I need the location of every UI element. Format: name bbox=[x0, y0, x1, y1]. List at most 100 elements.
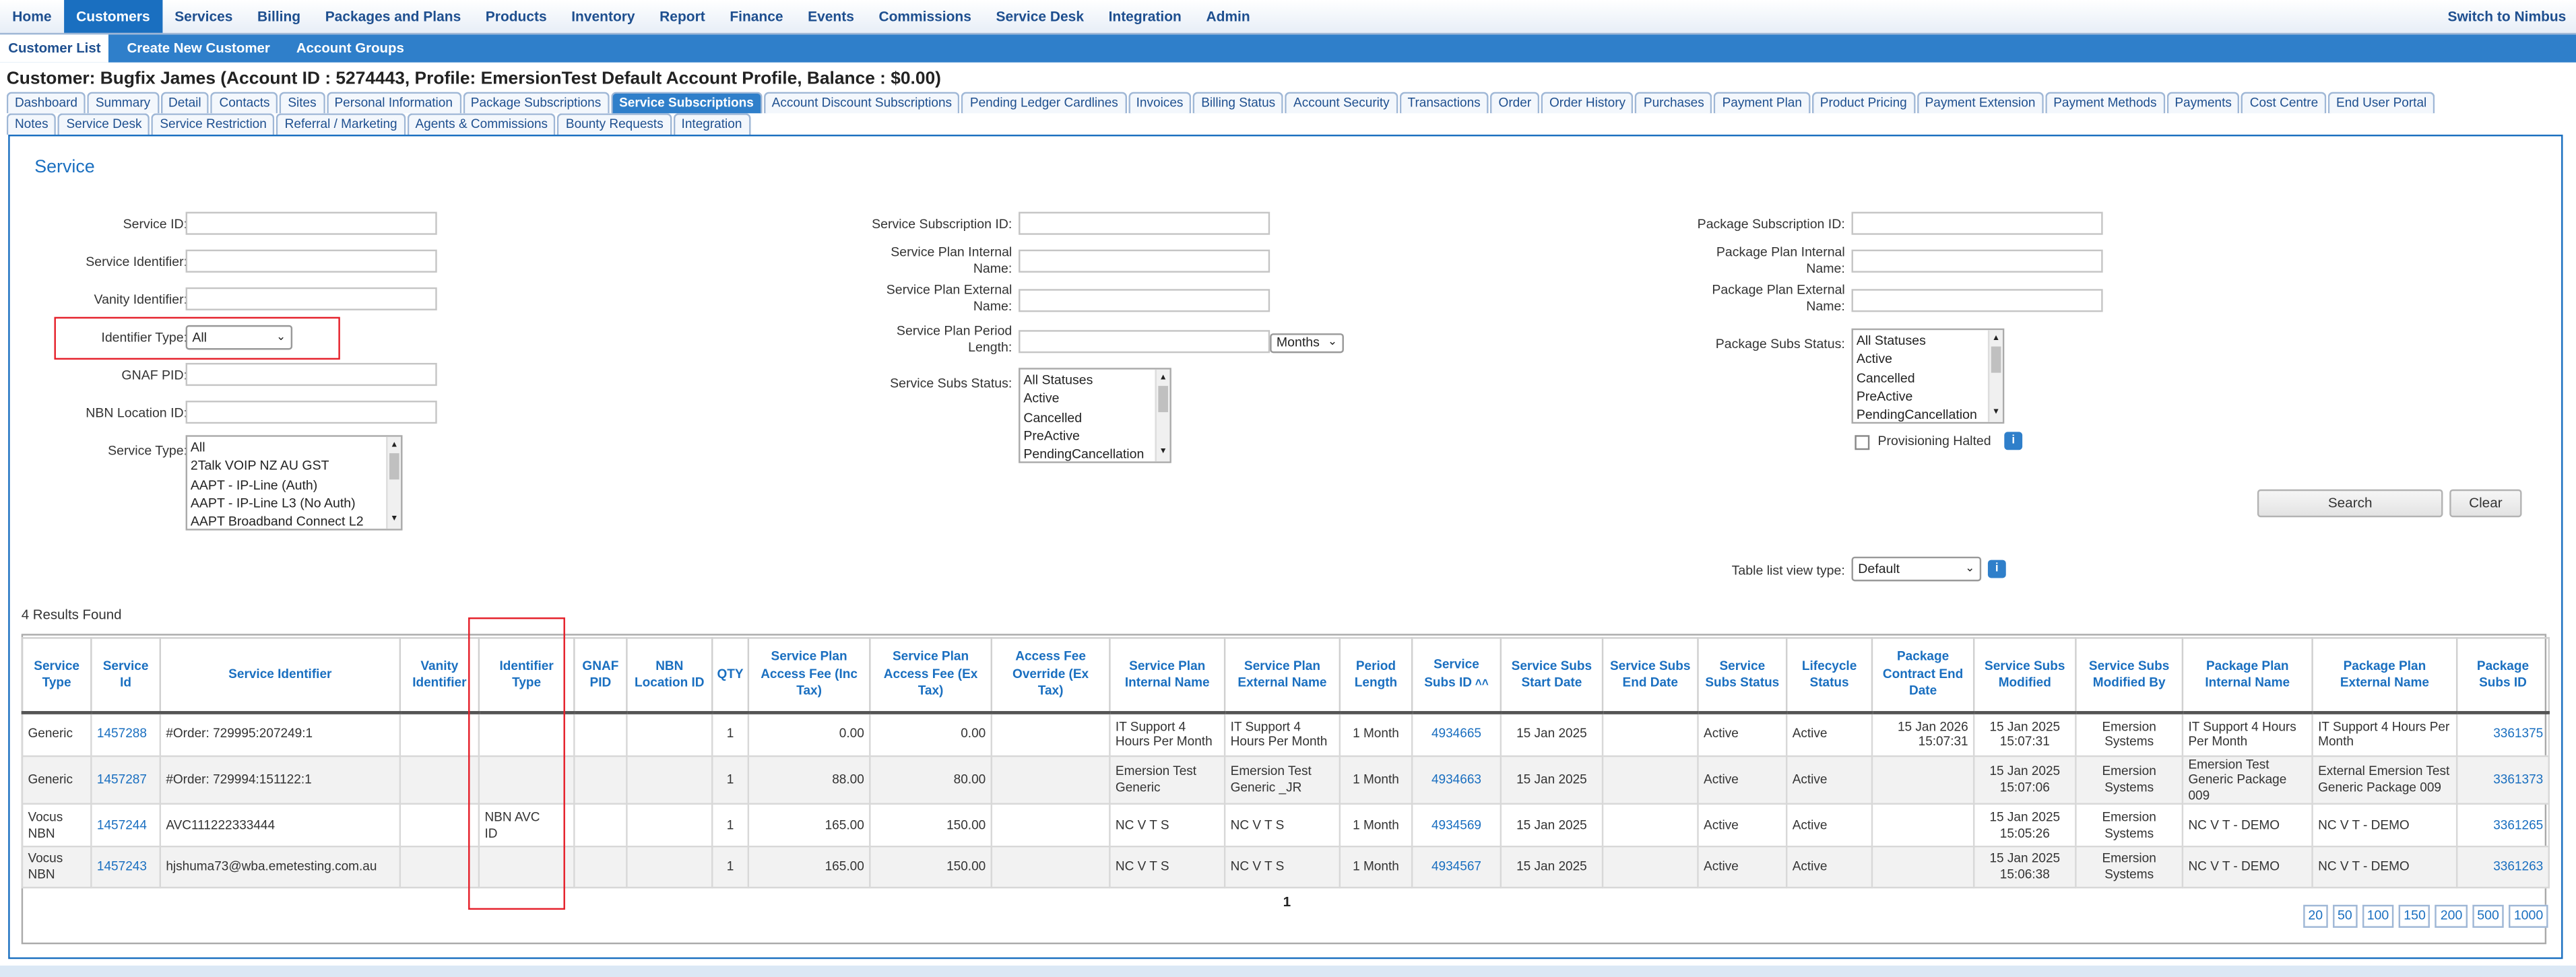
page-size-20[interactable]: 20 bbox=[2303, 904, 2328, 928]
listbox-option[interactable]: Cancelled bbox=[1023, 408, 1169, 427]
package-plan-external-name-input[interactable] bbox=[1851, 289, 2103, 312]
listbox-scrollbar[interactable]: ▲ ▼ bbox=[1155, 369, 1170, 462]
tab-sites[interactable]: Sites bbox=[280, 92, 325, 114]
tab-bounty-requests[interactable]: Bounty Requests bbox=[557, 113, 672, 135]
column-header-service-type[interactable]: Service Type bbox=[21, 637, 92, 714]
tab-product-pricing[interactable]: Product Pricing bbox=[1811, 92, 1915, 114]
column-header-gnaf-pid[interactable]: GNAF PID bbox=[573, 637, 628, 714]
table-view-type-select[interactable]: Default ⌄ bbox=[1851, 556, 1982, 582]
listbox-option[interactable]: Active bbox=[1023, 390, 1169, 409]
tab-integration[interactable]: Integration bbox=[673, 113, 750, 135]
info-icon[interactable]: i bbox=[1987, 560, 2006, 578]
tab-purchases[interactable]: Purchases bbox=[1635, 92, 1712, 114]
listbox-scrollbar[interactable]: ▲ ▼ bbox=[1987, 330, 2003, 422]
listbox-option[interactable]: 2Talk VOIP NZ AU GST bbox=[191, 457, 401, 476]
tab-package-subscriptions[interactable]: Package Subscriptions bbox=[462, 92, 610, 114]
table-row[interactable]: Vocus NBN 1457244 AVC111222333444 NBN AVC ID 1… bbox=[21, 803, 2550, 847]
column-header-service-subs-modified[interactable]: Service Subs Modified bbox=[1972, 637, 2077, 714]
subnav-item-account-groups[interactable]: Account Groups bbox=[288, 34, 412, 62]
switch-to-nimbus-link[interactable]: Switch to Nimbus bbox=[2448, 0, 2567, 33]
column-header-package-contract-end-date[interactable]: Package Contract End Date bbox=[1871, 637, 1975, 714]
column-header-service-subs-end-date[interactable]: Service Subs End Date bbox=[1601, 637, 1699, 714]
cell-pkg-subs-id[interactable]: 3361373 bbox=[2455, 754, 2550, 805]
nav-item-products[interactable]: Products bbox=[474, 0, 559, 33]
tab-notes[interactable]: Notes bbox=[6, 113, 57, 135]
listbox-option[interactable]: Cancelled bbox=[1857, 369, 2003, 388]
listbox-option[interactable]: All Statuses bbox=[1857, 332, 2003, 351]
table-row[interactable]: Generic 1457288 #Order: 729995:207249:1 1 0.… bbox=[21, 712, 2550, 757]
service-plan-external-name-input[interactable] bbox=[1019, 289, 1270, 312]
cell-subs-id[interactable]: 4934665 bbox=[1411, 712, 1502, 757]
nav-item-report[interactable]: Report bbox=[647, 0, 717, 33]
column-header-access-fee-override-ex-tax[interactable]: Access Fee Override (Ex Tax) bbox=[990, 637, 1111, 714]
tab-invoices[interactable]: Invoices bbox=[1128, 92, 1192, 114]
tab-account-security[interactable]: Account Security bbox=[1285, 92, 1398, 114]
column-header-service-subs-start-date[interactable]: Service Subs Start Date bbox=[1500, 637, 1604, 714]
listbox-option[interactable]: PendingCancellation bbox=[1023, 445, 1169, 461]
tab-service-subscriptions[interactable]: Service Subscriptions bbox=[610, 92, 763, 114]
tab-service-restriction[interactable]: Service Restriction bbox=[152, 113, 276, 135]
cell-id[interactable]: 1457244 bbox=[90, 803, 162, 847]
package-subs-status-listbox[interactable]: All Statuses Active Cancelled PreActive Pend… bbox=[1851, 328, 2005, 424]
subnav-item-customer-list[interactable]: Customer List bbox=[0, 34, 109, 63]
column-header-qty[interactable]: QTY bbox=[711, 637, 750, 714]
column-header-nbn-location-id[interactable]: NBN Location ID bbox=[626, 637, 713, 714]
service-plan-internal-name-input[interactable] bbox=[1019, 249, 1270, 273]
service-id-input[interactable] bbox=[185, 211, 437, 235]
column-header-service-plan-internal-name[interactable]: Service Plan Internal Name bbox=[1109, 637, 1226, 714]
identifier-type-select[interactable]: All ⌄ bbox=[185, 325, 293, 350]
tab-summary[interactable]: Summary bbox=[87, 92, 159, 114]
listbox-scrollbar[interactable]: ▲ ▼ bbox=[386, 436, 401, 529]
table-row[interactable]: Generic 1457287 #Order: 729994:151122:1 1 88… bbox=[21, 754, 2550, 805]
tab-detail[interactable]: Detail bbox=[160, 92, 210, 114]
listbox-option[interactable]: AAPT - IP-Line L3 (No Auth) bbox=[191, 494, 401, 513]
page-size-500[interactable]: 500 bbox=[2472, 904, 2505, 928]
column-header-service-subs-id[interactable]: Service Subs ID ˄˄ bbox=[1411, 637, 1502, 714]
nav-item-inventory[interactable]: Inventory bbox=[559, 0, 647, 33]
column-header-service-subs-modified-by[interactable]: Service Subs Modified By bbox=[2075, 637, 2184, 714]
nav-item-billing[interactable]: Billing bbox=[245, 0, 313, 33]
package-plan-internal-name-input[interactable] bbox=[1851, 249, 2103, 273]
column-header-package-plan-internal-name[interactable]: Package Plan Internal Name bbox=[2181, 637, 2313, 714]
double-chevron-up-icon[interactable]: ˄˄ bbox=[1472, 677, 1489, 689]
tab-personal-information[interactable]: Personal Information bbox=[326, 92, 461, 114]
cell-id[interactable]: 1457288 bbox=[90, 712, 162, 757]
period-unit-select[interactable]: Months ⌄ bbox=[1270, 333, 1344, 353]
tab-order[interactable]: Order bbox=[1490, 92, 1540, 114]
nav-item-events[interactable]: Events bbox=[796, 0, 866, 33]
listbox-option[interactable]: PendingCancellation bbox=[1857, 406, 2003, 422]
provisioning-halted-checkbox[interactable] bbox=[1855, 435, 1870, 450]
service-identifier-input[interactable] bbox=[185, 249, 437, 273]
page-size-150[interactable]: 150 bbox=[2398, 904, 2431, 928]
cell-id[interactable]: 1457243 bbox=[90, 845, 162, 889]
column-header-service-plan-external-name[interactable]: Service Plan External Name bbox=[1223, 637, 1341, 714]
listbox-option[interactable]: PreActive bbox=[1023, 427, 1169, 446]
page-size-100[interactable]: 100 bbox=[2362, 904, 2394, 928]
nav-item-customers[interactable]: Customers bbox=[63, 0, 162, 33]
column-header-vanity-identifier[interactable]: Vanity Identifier bbox=[399, 637, 480, 714]
tab-account-discount-subscriptions[interactable]: Account Discount Subscriptions bbox=[763, 92, 961, 114]
tab-end-user-portal[interactable]: End User Portal bbox=[2327, 92, 2435, 114]
tab-dashboard[interactable]: Dashboard bbox=[6, 92, 86, 114]
cell-subs-id[interactable]: 4934569 bbox=[1411, 803, 1502, 847]
cell-pkg-subs-id[interactable]: 3361263 bbox=[2455, 845, 2550, 889]
listbox-option[interactable]: All bbox=[191, 438, 401, 457]
column-header-lifecycle-status[interactable]: Lifecycle Status bbox=[1785, 637, 1873, 714]
nav-item-service-desk[interactable]: Service Desk bbox=[984, 0, 1096, 33]
tab-contacts[interactable]: Contacts bbox=[211, 92, 278, 114]
tab-cost-centre[interactable]: Cost Centre bbox=[2241, 92, 2327, 114]
listbox-option[interactable]: All Statuses bbox=[1023, 371, 1169, 390]
clear-button[interactable]: Clear bbox=[2449, 489, 2522, 518]
nav-item-packages-and-plans[interactable]: Packages and Plans bbox=[313, 0, 473, 33]
column-header-service-id[interactable]: Service Id bbox=[90, 637, 162, 714]
page-size-1000[interactable]: 1000 bbox=[2509, 904, 2548, 928]
nav-item-home[interactable]: Home bbox=[0, 0, 64, 33]
column-header-package-plan-external-name[interactable]: Package Plan External Name bbox=[2311, 637, 2458, 714]
search-button[interactable]: Search bbox=[2257, 489, 2443, 518]
service-subscription-id-input[interactable] bbox=[1019, 211, 1270, 235]
cell-subs-id[interactable]: 4934567 bbox=[1411, 845, 1502, 889]
listbox-option[interactable]: Active bbox=[1857, 350, 2003, 369]
service-subs-status-listbox[interactable]: All Statuses Active Cancelled PreActive Pend… bbox=[1019, 368, 1171, 463]
column-header-package-subs-id[interactable]: Package Subs ID bbox=[2455, 637, 2550, 714]
tab-order-history[interactable]: Order History bbox=[1541, 92, 1634, 114]
